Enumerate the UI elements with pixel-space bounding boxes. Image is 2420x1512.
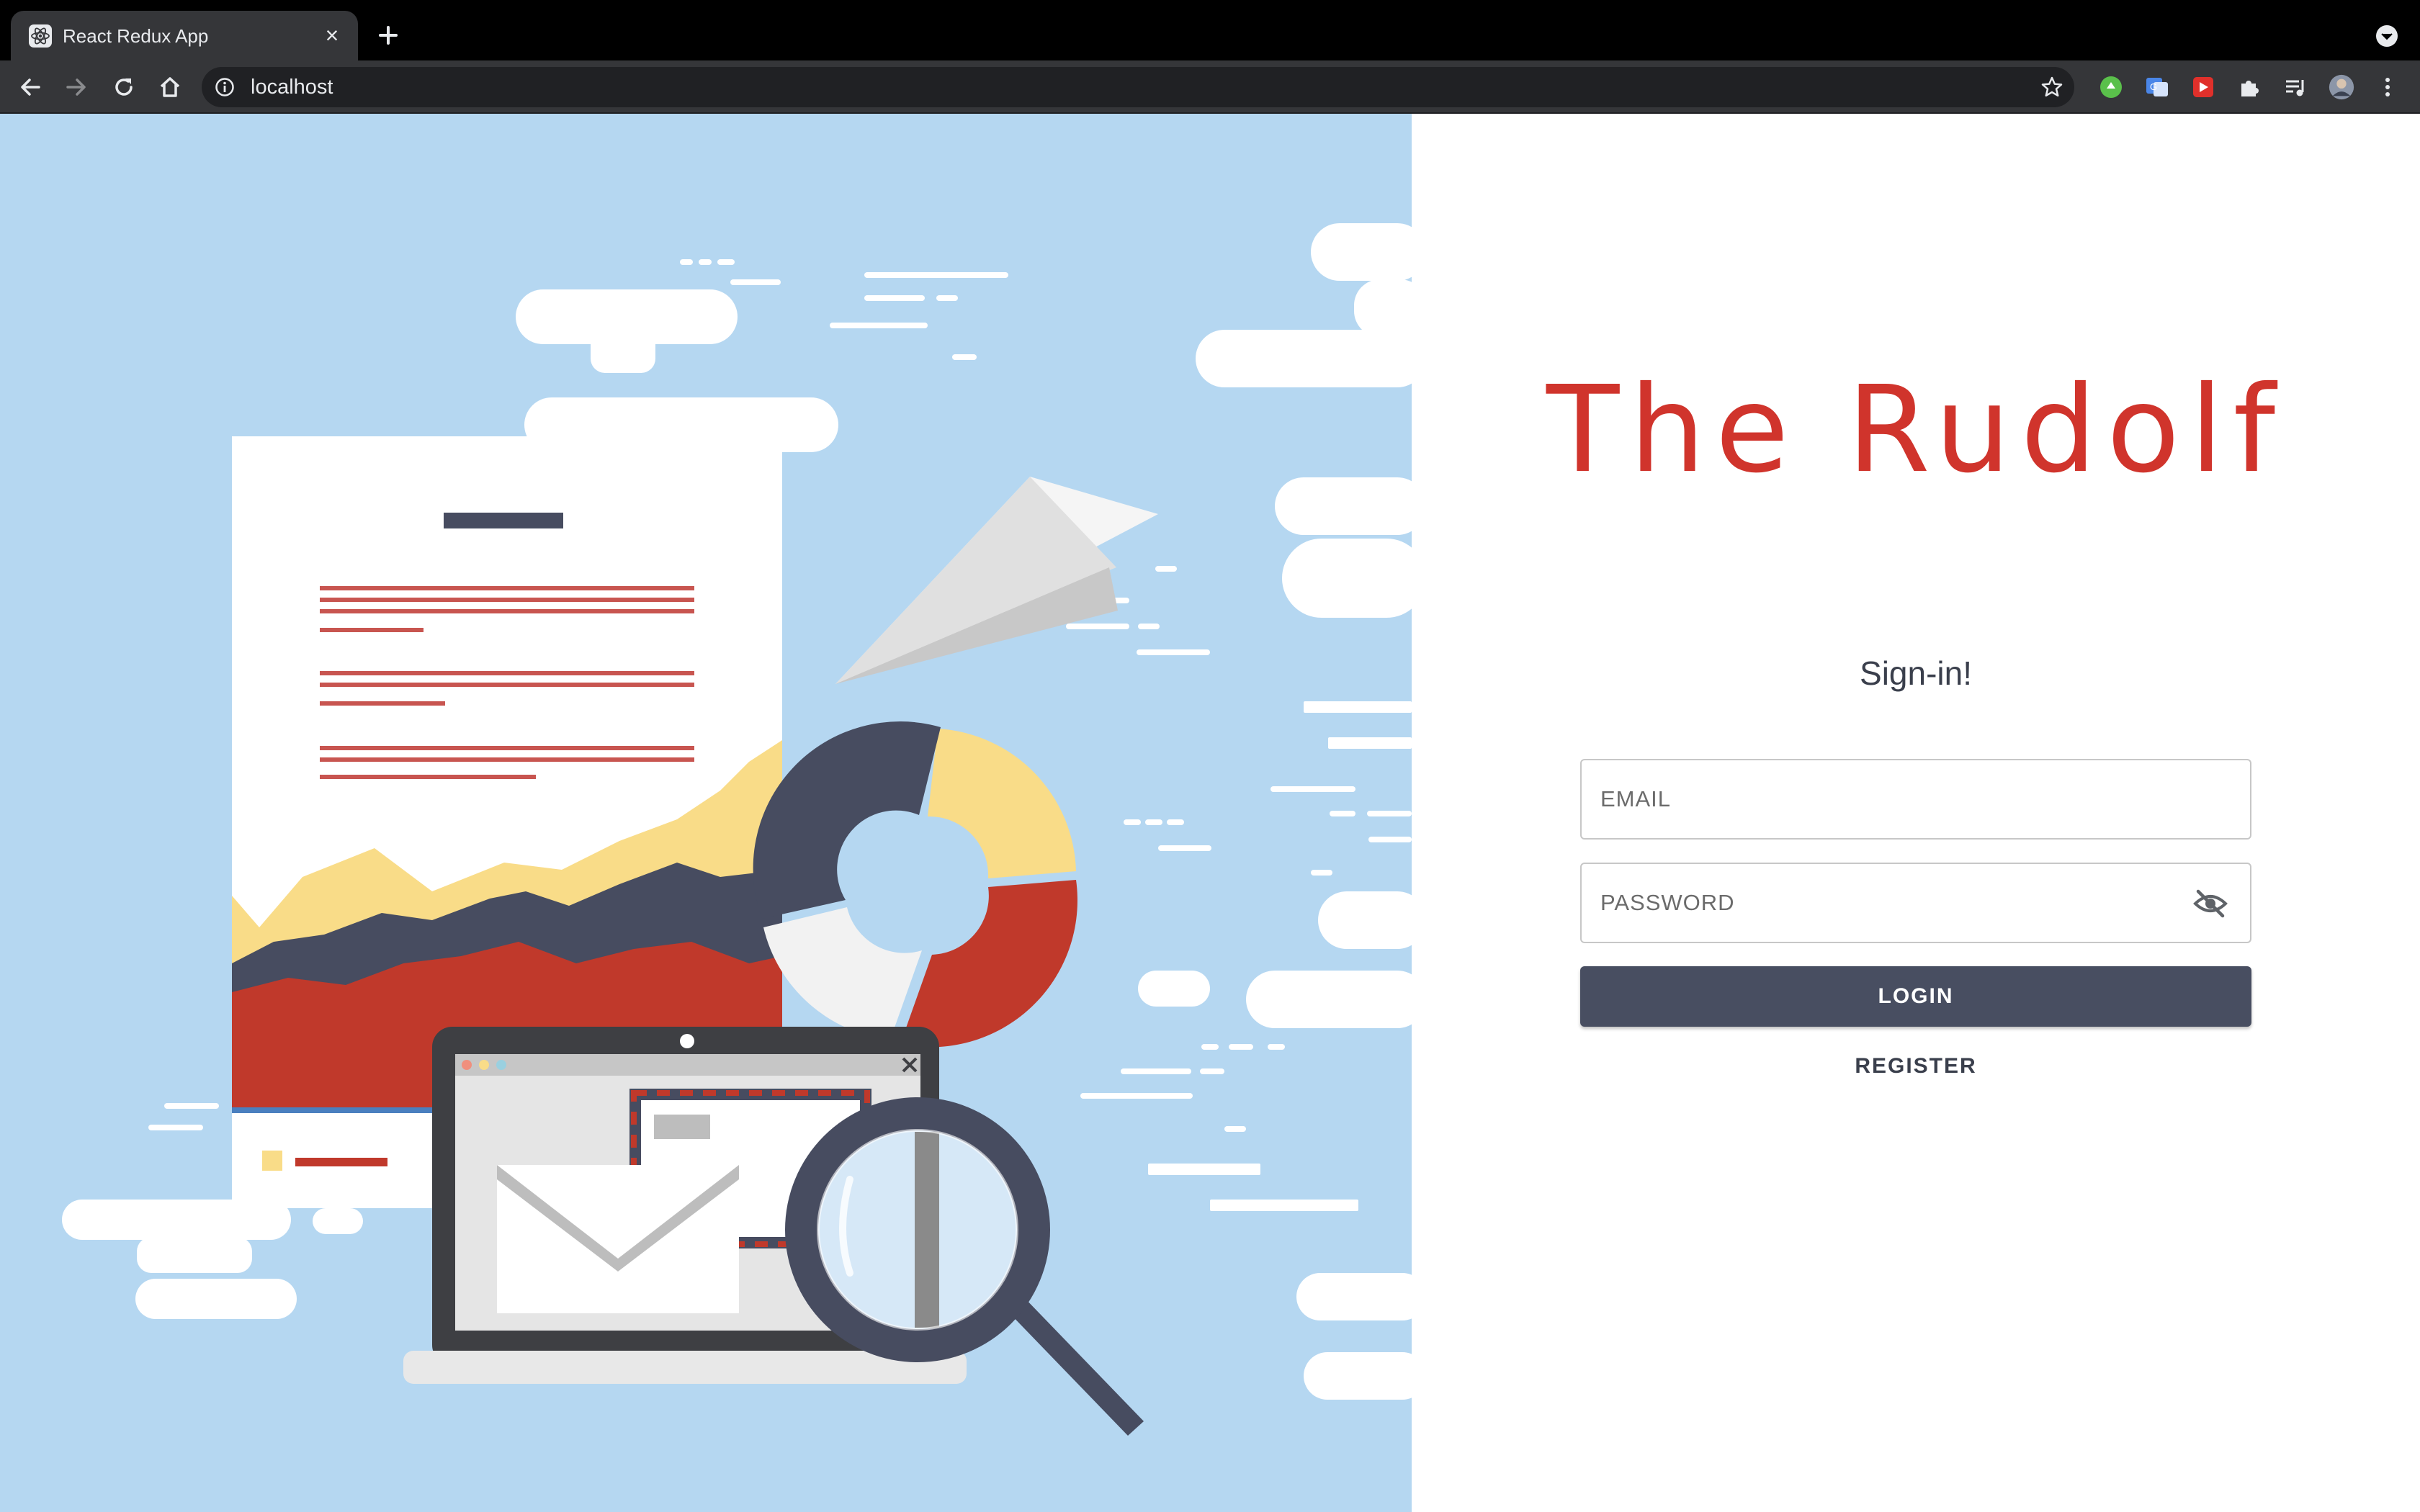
plus-icon[interactable] (372, 19, 405, 52)
address-bar[interactable]: localhost (202, 67, 2074, 107)
green-extension-icon[interactable] (2097, 73, 2125, 101)
email-field[interactable] (1580, 759, 2251, 840)
browser-tab[interactable]: React Redux App × (11, 11, 358, 60)
svg-text:G: G (2150, 81, 2157, 92)
form-title: Sign-in! (1860, 654, 1972, 692)
tab-search-icon[interactable] (2374, 23, 2400, 49)
home-icon[interactable] (154, 71, 186, 103)
more-menu-icon[interactable] (2374, 73, 2401, 101)
translate-extension-icon[interactable]: G (2143, 73, 2171, 101)
password-input[interactable] (1600, 864, 2177, 942)
login-button[interactable]: LOGIN (1580, 966, 2251, 1027)
email-input[interactable] (1600, 760, 2177, 838)
url-text[interactable]: localhost (251, 75, 333, 99)
forward-arrow-icon[interactable] (60, 71, 92, 103)
signin-panel: The Rudolf Sign-in! LOGIN REGISTER (1412, 114, 2420, 1512)
register-link[interactable]: REGISTER (1412, 1054, 2420, 1079)
media-control-icon[interactable] (2282, 73, 2309, 101)
password-field[interactable] (1580, 863, 2251, 943)
back-arrow-icon[interactable] (14, 71, 46, 103)
eye-off-icon[interactable] (2192, 886, 2228, 922)
profile-avatar[interactable] (2328, 73, 2355, 101)
brand-title: The Rudolf (1546, 361, 2286, 500)
page-content: The Rudolf Sign-in! LOGIN REGISTER (0, 114, 2420, 1512)
browser-tab-strip: React Redux App × (0, 0, 2420, 60)
reload-icon[interactable] (108, 71, 140, 103)
donut-chart (753, 721, 1077, 1048)
close-tab-icon[interactable]: × (319, 22, 345, 48)
hero-illustration (0, 114, 1412, 1512)
puzzle-extension-icon[interactable] (2236, 73, 2263, 101)
star-icon[interactable] (2040, 75, 2064, 99)
magnifier (785, 1097, 1144, 1436)
paper-plane (835, 477, 1158, 684)
browser-toolbar: localhost G (0, 60, 2420, 114)
document-chart-laptop-magnifier-illustration (62, 223, 1412, 1436)
red-extension-icon[interactable] (2190, 73, 2217, 101)
tab-title: React Redux App (63, 25, 209, 47)
info-icon[interactable] (215, 77, 235, 97)
react-logo-icon (29, 24, 52, 48)
